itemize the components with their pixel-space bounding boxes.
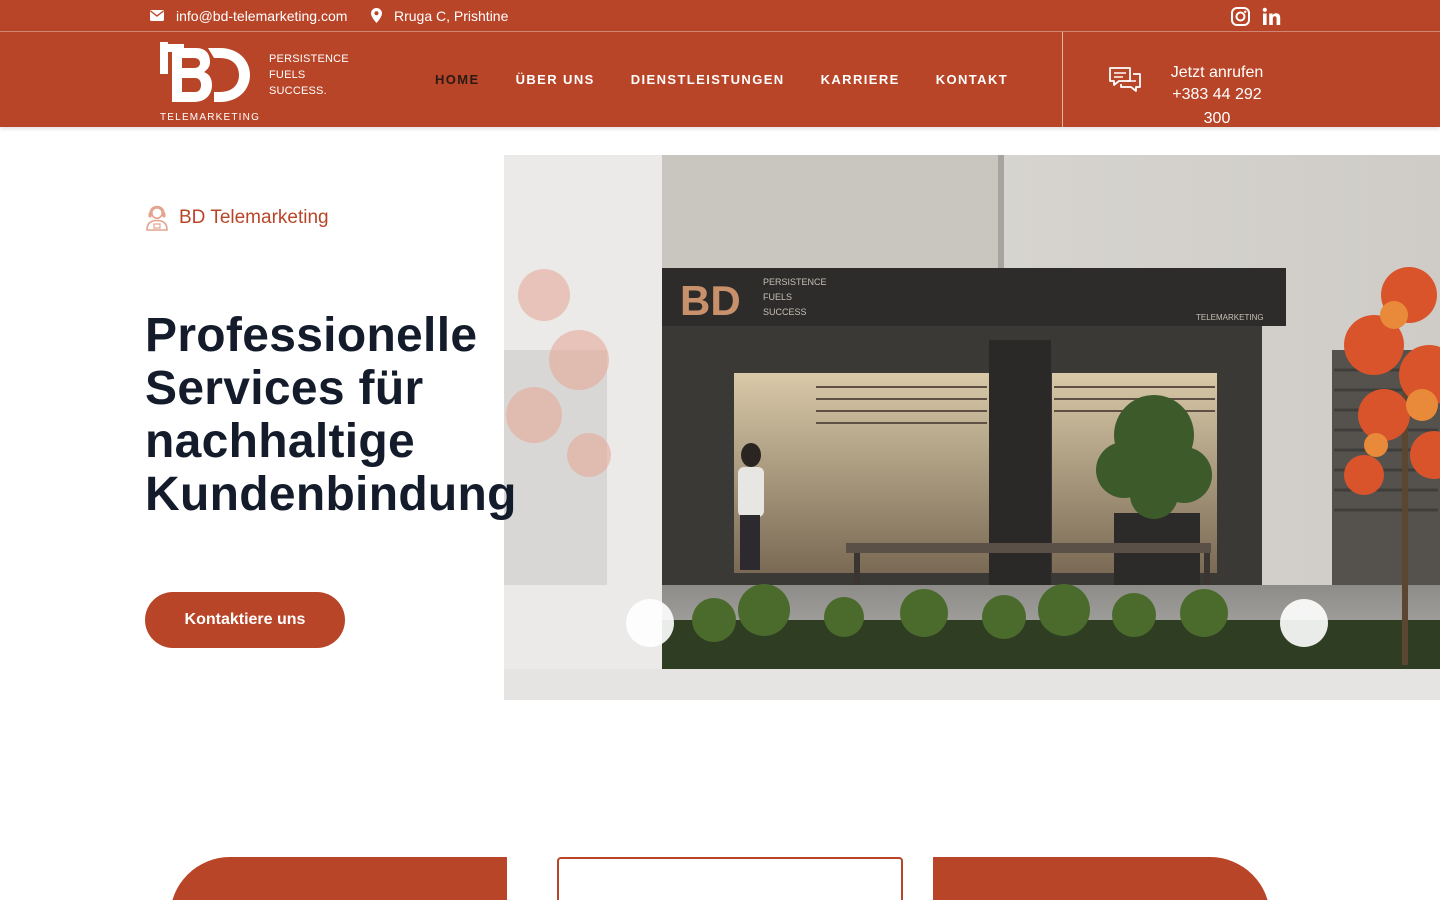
svg-text:BD: BD: [680, 277, 741, 324]
hero-headline: Professionelle Services für nachhaltige …: [145, 309, 517, 521]
main-navigation: HOME ÜBER UNS DIENSTLEISTUNGEN KARRIERE …: [435, 32, 1044, 127]
instagram-icon[interactable]: [1229, 5, 1251, 27]
nav-item-ueber-uns[interactable]: ÜBER UNS: [516, 72, 595, 87]
nav-item-dienstleistungen[interactable]: DIENSTLEISTUNGEN: [631, 72, 785, 87]
linkedin-icon[interactable]: [1260, 5, 1282, 27]
main-header: PERSISTENCE FUELS SUCCESS. TELEMARKETING…: [0, 31, 1440, 127]
envelope-icon: [150, 10, 164, 21]
logo-tagline: PERSISTENCE FUELS SUCCESS.: [269, 53, 349, 97]
logo-subtitle: TELEMARKETING: [160, 112, 261, 123]
eyebrow-text: BD Telemarketing: [179, 207, 329, 228]
nav-item-home[interactable]: HOME: [435, 72, 480, 87]
email-text: info@bd-telemarketing.com: [176, 7, 348, 24]
office-storefront-illustration: BD PERSISTENCE FUELS SUCCESS TELEMARKETI…: [504, 155, 1440, 700]
header-divider: [1062, 32, 1063, 127]
address-link[interactable]: Rruga C, Prishtine: [371, 0, 508, 31]
brand-logo[interactable]: PERSISTENCE FUELS SUCCESS. TELEMARKETING: [158, 38, 349, 124]
call-block[interactable]: Jetzt anrufen +383 44 292 300: [1157, 63, 1277, 131]
email-link[interactable]: info@bd-telemarketing.com: [150, 0, 347, 31]
nav-item-karriere[interactable]: KARRIERE: [821, 72, 900, 87]
agent-headset-icon: [146, 205, 168, 231]
svg-text:SUCCESS: SUCCESS: [763, 307, 807, 317]
nav-item-kontakt[interactable]: KONTAKT: [936, 72, 1008, 87]
hero-image: BD PERSISTENCE FUELS SUCCESS TELEMARKETI…: [504, 155, 1440, 700]
feature-card-center: [557, 857, 903, 900]
feature-card-right: [933, 857, 1270, 900]
call-phone[interactable]: +383 44 292 300: [1157, 83, 1277, 131]
call-label: Jetzt anrufen: [1170, 64, 1264, 81]
feature-card-left: [170, 857, 507, 900]
contact-us-button[interactable]: Kontaktiere uns: [145, 592, 345, 648]
svg-text:TELEMARKETING: TELEMARKETING: [1196, 313, 1264, 322]
map-pin-icon: [371, 8, 382, 23]
top-contact-bar: info@bd-telemarketing.com Rruga C, Prish…: [0, 0, 1440, 31]
chat-bubbles-icon: [1109, 67, 1141, 92]
hero-eyebrow: BD Telemarketing: [145, 205, 329, 231]
svg-text:FUELS: FUELS: [763, 292, 792, 302]
svg-text:PERSISTENCE: PERSISTENCE: [763, 277, 827, 287]
bd-logo-mark: [160, 42, 250, 102]
address-text: Rruga C, Prishtine: [394, 7, 509, 24]
